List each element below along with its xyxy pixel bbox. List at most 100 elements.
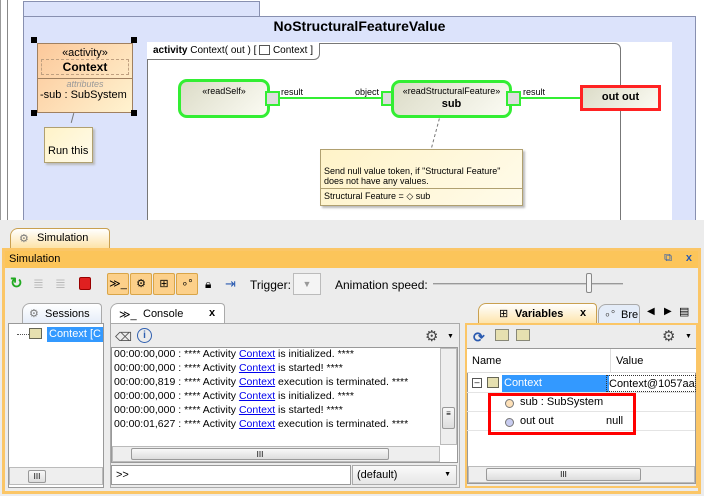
stop-icon[interactable] bbox=[79, 277, 91, 290]
context-link[interactable]: Context bbox=[239, 418, 275, 430]
action-stereotype: «readSelf» bbox=[202, 86, 246, 96]
context-link[interactable]: Context bbox=[239, 348, 275, 360]
close-icon[interactable]: x bbox=[580, 307, 586, 319]
property-icon: ◇ bbox=[406, 191, 414, 201]
add-watch-icon[interactable] bbox=[495, 329, 509, 341]
message: is initialized. **** bbox=[278, 390, 354, 402]
scrollbar-thumb[interactable]: III bbox=[486, 468, 641, 481]
scrollbar-thumb[interactable]: ≡ bbox=[442, 407, 455, 429]
horizontal-scrollbar[interactable]: III bbox=[112, 446, 440, 462]
resize-handle[interactable] bbox=[131, 110, 137, 116]
eraser-icon[interactable]: ⌫ bbox=[115, 330, 132, 344]
tree-icon: ⊞ bbox=[499, 308, 509, 320]
context-link[interactable]: Context bbox=[239, 404, 275, 416]
gear-icon[interactable]: ⚙ bbox=[662, 327, 675, 345]
context-link[interactable]: Context bbox=[239, 390, 275, 402]
close-icon[interactable]: x bbox=[686, 252, 692, 264]
tab-simulation[interactable]: ⚙ Simulation bbox=[10, 228, 110, 248]
vertical-scrollbar[interactable]: ≡ bbox=[440, 348, 457, 445]
trigger-select[interactable]: ▼ bbox=[293, 273, 321, 295]
scrollbar-thumb[interactable]: III bbox=[28, 470, 46, 483]
action-read-structural-feature[interactable]: «readStructuralFeature» sub bbox=[391, 80, 512, 118]
tab-breakpoints[interactable]: ∘° Bre bbox=[598, 304, 640, 325]
message: **** Activity bbox=[184, 404, 237, 416]
message: is started! **** bbox=[278, 404, 343, 416]
context-link[interactable]: Context bbox=[239, 362, 275, 374]
note-label: Structural Feature = bbox=[324, 191, 404, 201]
tab-label: Sessions bbox=[45, 308, 90, 320]
remove-watch-icon[interactable] bbox=[516, 329, 530, 341]
console-line: 00:00:00,000 : **** Activity Context is … bbox=[114, 390, 440, 404]
console-input[interactable]: >> bbox=[111, 465, 351, 485]
class-box-context[interactable]: «activity» Context attributes -sub : Sub… bbox=[37, 43, 133, 113]
timestamp: 00:00:00,000 : bbox=[114, 362, 182, 374]
context-link[interactable]: Context bbox=[239, 376, 275, 388]
note-text: does not have any values. bbox=[324, 176, 429, 186]
step-over-icon[interactable]: ≣ bbox=[55, 276, 66, 292]
column-header-value[interactable]: Value bbox=[616, 355, 643, 367]
tab-variables[interactable]: ⊞ Variables x bbox=[478, 303, 597, 324]
note-structural-feature[interactable]: Send null value token, if "Structural Fe… bbox=[320, 149, 523, 206]
sessions-toggle-button[interactable]: ⚙ bbox=[130, 273, 152, 295]
frame-context: Context ] bbox=[272, 45, 313, 56]
scroll-right-icon[interactable]: ▶ bbox=[664, 306, 672, 317]
export-icon[interactable]: ⇥ bbox=[225, 276, 236, 292]
tree-icon: ⊞ bbox=[159, 278, 169, 290]
timestamp: 00:00:01,627 : bbox=[114, 418, 182, 430]
refresh-icon[interactable]: ⟳ bbox=[473, 329, 485, 346]
engine-select[interactable]: (default) ▼ bbox=[352, 465, 457, 485]
resize-handle[interactable] bbox=[131, 37, 137, 43]
console-prompt: >> bbox=[116, 469, 129, 481]
output-parameter-node[interactable]: out out bbox=[580, 85, 661, 111]
resize-handle[interactable] bbox=[31, 37, 37, 43]
restore-icon[interactable]: ⧉ bbox=[664, 252, 672, 265]
message: **** Activity bbox=[184, 348, 237, 360]
variables-toggle-button[interactable]: ⊞ bbox=[153, 273, 175, 295]
activity-frame-label: activity Context( out ) [ Context ] bbox=[147, 43, 320, 60]
info-icon[interactable]: i bbox=[137, 328, 152, 343]
step-into-icon[interactable]: ≣ bbox=[33, 276, 44, 292]
gear-icon: ⚙ bbox=[136, 278, 146, 290]
console-line: 00:00:00,819 : **** Activity Context exe… bbox=[114, 376, 440, 390]
tab-sessions[interactable]: ⚙ Sessions bbox=[22, 303, 102, 324]
frame-kind: activity bbox=[153, 45, 188, 56]
lock-icon[interactable]: 🔒︎ bbox=[205, 277, 211, 292]
horizontal-scrollbar[interactable]: III bbox=[9, 467, 103, 485]
note-value: sub bbox=[415, 191, 431, 201]
table-row[interactable]: – Context Context@1057aaf bbox=[467, 374, 696, 393]
animation-speed-slider[interactable] bbox=[433, 283, 623, 285]
list-icon[interactable]: ▤ bbox=[679, 305, 689, 318]
slider-thumb[interactable] bbox=[585, 273, 592, 293]
horizontal-scrollbar[interactable]: III bbox=[468, 466, 695, 483]
dropdown-arrow-icon[interactable]: ▼ bbox=[685, 333, 692, 340]
message: is started! **** bbox=[278, 362, 343, 374]
gear-icon: ⚙ bbox=[29, 308, 39, 320]
action-read-self[interactable]: «readSelf» bbox=[178, 79, 270, 118]
note-run-this[interactable]: Run this bbox=[44, 127, 93, 163]
tab-label: Simulation bbox=[37, 232, 89, 244]
scrollbar-thumb[interactable]: III bbox=[131, 448, 389, 460]
output-pin-result[interactable] bbox=[506, 91, 521, 106]
collapse-icon[interactable]: – bbox=[472, 378, 482, 388]
close-icon[interactable]: x bbox=[209, 307, 215, 319]
session-item[interactable]: Context [C bbox=[47, 327, 103, 342]
console-line: 00:00:00,000 : **** Activity Context is … bbox=[114, 404, 440, 418]
run-icon[interactable]: ↻ bbox=[10, 274, 23, 292]
output-pin-result[interactable] bbox=[265, 91, 280, 106]
column-header-name[interactable]: Name bbox=[472, 355, 501, 367]
resize-handle[interactable] bbox=[31, 110, 37, 116]
dropdown-arrow-icon[interactable]: ▼ bbox=[447, 333, 454, 340]
gear-icon: ⚙ bbox=[19, 233, 29, 245]
column-divider[interactable] bbox=[610, 349, 611, 373]
object-flow[interactable] bbox=[521, 97, 581, 99]
object-flow[interactable] bbox=[280, 97, 381, 99]
gear-icon[interactable]: ⚙ bbox=[425, 327, 438, 345]
class-section: attributes bbox=[66, 79, 104, 89]
tab-label: Variables bbox=[515, 308, 564, 320]
breakpoints-toggle-button[interactable]: ∘° bbox=[176, 273, 198, 295]
sessions-tree[interactable] bbox=[8, 323, 104, 488]
scroll-left-icon[interactable]: ◀ bbox=[647, 306, 655, 317]
tab-console[interactable]: ≫_ Console x bbox=[110, 303, 225, 324]
console-toggle-button[interactable]: ≫_ bbox=[107, 273, 129, 295]
timestamp: 00:00:00,000 : bbox=[114, 404, 182, 416]
